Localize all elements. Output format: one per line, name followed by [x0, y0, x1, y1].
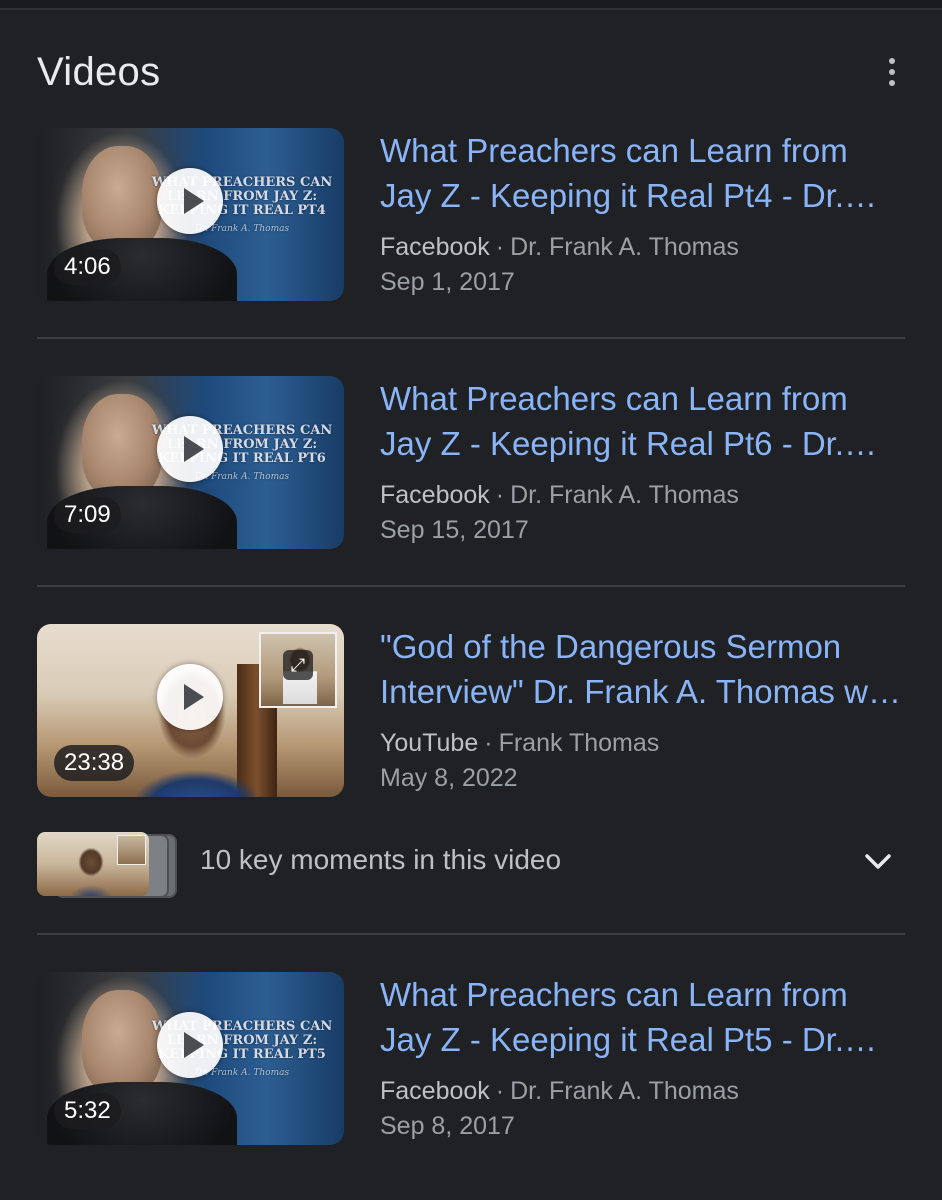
video-date: Sep 15, 2017	[380, 516, 529, 544]
expand-icon: ⤢	[283, 650, 313, 680]
video-result-2[interactable]: WHAT PREACHERS CAN LEARN FROM JAY Z: KEE…	[37, 376, 905, 551]
duration-badge: 23:38	[54, 745, 135, 781]
video-thumbnail[interactable]: ⤢ 23:38	[37, 624, 344, 797]
video-title-link[interactable]: What Preachers can Learn from Jay Z - Ke…	[380, 376, 905, 466]
video-meta: Facebook · Dr. Frank A. Thomas	[380, 233, 739, 261]
divider	[37, 585, 905, 587]
video-author: Dr. Frank A. Thomas	[510, 481, 739, 509]
video-date: Sep 8, 2017	[380, 1112, 515, 1140]
video-meta: YouTube · Frank Thomas	[380, 729, 660, 757]
video-result-4[interactable]: WHAT PREACHERS CAN LEARN FROM JAY Z: KEE…	[37, 972, 905, 1147]
video-source: Facebook	[380, 233, 490, 261]
video-source: YouTube	[380, 729, 479, 757]
videos-page: Videos WHAT PREACHERS CAN LEARN FROM JAY…	[0, 0, 942, 1200]
chevron-down-icon[interactable]	[863, 846, 893, 876]
video-title-link[interactable]: What Preachers can Learn from Jay Z - Ke…	[380, 972, 905, 1062]
divider	[37, 337, 905, 339]
video-meta: Facebook · Dr. Frank A. Thomas	[380, 1077, 739, 1105]
video-date: May 8, 2022	[380, 764, 518, 792]
video-title-link[interactable]: "God of the Dangerous Sermon Interview" …	[380, 624, 905, 714]
play-icon[interactable]	[157, 168, 223, 234]
video-author: Dr. Frank A. Thomas	[510, 1077, 739, 1105]
play-icon[interactable]	[157, 1012, 223, 1078]
video-thumbnail[interactable]: WHAT PREACHERS CAN LEARN FROM JAY Z: KEE…	[37, 376, 344, 549]
play-icon[interactable]	[157, 664, 223, 730]
video-source: Facebook	[380, 481, 490, 509]
more-vert-icon	[889, 58, 895, 64]
duration-badge: 5:32	[54, 1093, 121, 1129]
divider	[37, 933, 905, 935]
video-thumbnail[interactable]: WHAT PREACHERS CAN LEARN FROM JAY Z: KEE…	[37, 128, 344, 301]
video-author: Frank Thomas	[498, 729, 660, 757]
key-moments-label: 10 key moments in this video	[200, 844, 562, 875]
more-options-button[interactable]	[872, 52, 912, 92]
top-divider	[0, 0, 942, 10]
video-title-link[interactable]: What Preachers can Learn from Jay Z - Ke…	[380, 128, 905, 218]
video-result-1[interactable]: WHAT PREACHERS CAN LEARN FROM JAY Z: KEE…	[37, 128, 905, 303]
video-date: Sep 1, 2017	[380, 268, 515, 296]
key-moments-toggle[interactable]: 10 key moments in this video	[37, 832, 905, 898]
video-author: Dr. Frank A. Thomas	[510, 233, 739, 261]
section-title: Videos	[37, 50, 161, 94]
duration-badge: 4:06	[54, 249, 121, 285]
video-thumbnail[interactable]: WHAT PREACHERS CAN LEARN FROM JAY Z: KEE…	[37, 972, 344, 1145]
play-icon[interactable]	[157, 416, 223, 482]
video-source: Facebook	[380, 1077, 490, 1105]
duration-badge: 7:09	[54, 497, 121, 533]
video-result-3[interactable]: ⤢ 23:38 "God of the Dangerous Sermon Int…	[37, 624, 905, 799]
key-moments-thumbnail	[37, 832, 149, 896]
video-meta: Facebook · Dr. Frank A. Thomas	[380, 481, 739, 509]
